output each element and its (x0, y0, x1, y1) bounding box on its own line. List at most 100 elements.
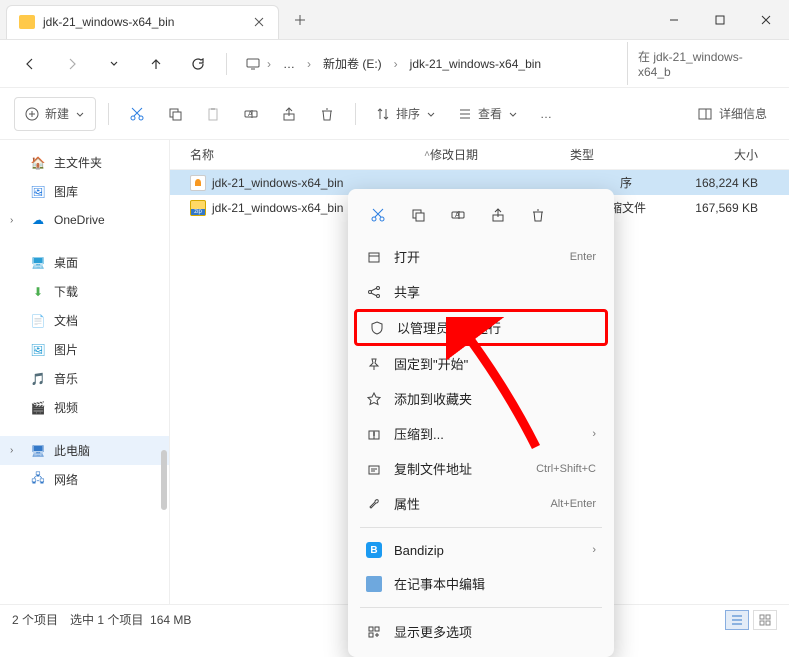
back-button[interactable] (12, 46, 48, 82)
menu-item-bandizip[interactable]: BBandizip› (348, 534, 614, 566)
share-button[interactable] (273, 97, 305, 131)
selection-info: 选中 1 个项目 164 MB (70, 611, 191, 628)
compress-icon (366, 426, 382, 442)
rename-button[interactable]: A (444, 201, 472, 229)
menu-item-compress[interactable]: 压缩到...› (348, 416, 614, 451)
delete-button[interactable] (524, 201, 552, 229)
menu-item-copy-path[interactable]: 复制文件地址Ctrl+Shift+C (348, 451, 614, 486)
picture-icon: 🖼 (30, 342, 46, 358)
sort-button[interactable]: 排序 (368, 97, 444, 131)
shield-icon (369, 320, 385, 336)
pc-icon (245, 56, 261, 72)
copy-path-icon (366, 461, 382, 477)
window-controls (651, 0, 789, 40)
new-tab-button[interactable] (285, 5, 315, 35)
sidebar-item-network[interactable]: 🖧网络 (0, 465, 169, 494)
menu-item-add-favorite[interactable]: 添加到收藏夹 (348, 381, 614, 416)
chevron-right-icon[interactable]: › (10, 445, 13, 456)
download-icon: ⬇ (30, 284, 46, 300)
menu-item-properties[interactable]: 属性Alt+Enter (348, 486, 614, 521)
sidebar-item-onedrive[interactable]: ›☁OneDrive (0, 206, 169, 234)
chevron-down-icon (426, 109, 436, 119)
new-button[interactable]: 新建 (14, 97, 96, 131)
copy-button[interactable] (404, 201, 432, 229)
breadcrumb[interactable]: › … › 新加卷 (E:) › jdk-21_windows-x64_bin (237, 51, 621, 76)
menu-item-run-as-admin[interactable]: 以管理员身份运行 (354, 309, 608, 346)
divider (360, 607, 602, 608)
video-icon: 🎬 (30, 400, 46, 416)
sidebar-item-downloads[interactable]: ⬇下载 (0, 277, 169, 306)
sidebar-item-home[interactable]: 🏠主文件夹 (0, 148, 169, 177)
chevron-right-icon: › (592, 428, 596, 440)
title-bar: jdk-21_windows-x64_bin (0, 0, 789, 40)
breadcrumb-item[interactable]: jdk-21_windows-x64_bin (404, 53, 547, 75)
pin-icon (366, 356, 382, 372)
chevron-right-icon[interactable]: › (10, 215, 13, 226)
menu-item-share[interactable]: 共享 (348, 274, 614, 309)
chevron-down-icon (508, 109, 518, 119)
column-name[interactable]: 名称 (190, 146, 214, 163)
network-icon: 🖧 (30, 472, 46, 488)
breadcrumb-item[interactable]: 新加卷 (E:) (317, 51, 388, 76)
notepad-icon (366, 576, 382, 592)
icons-view-button[interactable] (753, 610, 777, 630)
desktop-icon: 🖥 (30, 255, 46, 271)
pc-icon: 🖥 (30, 443, 46, 459)
rename-button[interactable]: A (235, 97, 267, 131)
chevron-right-icon: › (592, 544, 596, 556)
menu-item-pin-start[interactable]: 固定到"开始" (348, 346, 614, 381)
paste-button[interactable] (197, 97, 229, 131)
star-icon (366, 391, 382, 407)
sidebar-item-desktop[interactable]: 🖥桌面 (0, 248, 169, 277)
column-size[interactable]: 大小 (670, 146, 770, 163)
cut-button[interactable] (121, 97, 153, 131)
refresh-button[interactable] (180, 46, 216, 82)
sidebar-item-music[interactable]: 🎵音乐 (0, 364, 169, 393)
forward-button[interactable] (54, 46, 90, 82)
menu-item-notepad[interactable]: 在记事本中编辑 (348, 566, 614, 601)
search-input[interactable]: 在 jdk-21_windows-x64_b (627, 42, 777, 85)
folder-icon (19, 15, 35, 29)
chevron-right-icon: › (394, 57, 398, 71)
details-view-button[interactable] (725, 610, 749, 630)
up-button[interactable] (138, 46, 174, 82)
sidebar-item-documents[interactable]: 📄文档 (0, 306, 169, 335)
view-button[interactable]: 查看 (450, 97, 526, 131)
share-icon (366, 284, 382, 300)
sidebar-item-thispc[interactable]: ›🖥此电脑 (0, 436, 169, 465)
minimize-button[interactable] (651, 0, 697, 40)
item-count: 2 个项目 (12, 611, 58, 628)
menu-item-open[interactable]: 打开Enter (348, 239, 614, 274)
zip-icon (190, 200, 206, 216)
context-menu: A 打开Enter 共享 以管理员身份运行 固定到"开始" 添加到收藏夹 压缩到… (348, 189, 614, 657)
tab-close-button[interactable] (252, 15, 266, 29)
maximize-button[interactable] (697, 0, 743, 40)
gallery-icon: 🖼 (30, 184, 46, 200)
sidebar-item-gallery[interactable]: 🖼图库 (0, 177, 169, 206)
copy-button[interactable] (159, 97, 191, 131)
java-exe-icon (190, 175, 206, 191)
navigation-pane[interactable]: 🏠主文件夹 🖼图库 ›☁OneDrive 🖥桌面 ⬇下载 📄文档 🖼图片 🎵音乐… (0, 140, 170, 604)
details-pane-button[interactable]: 详细信息 (689, 97, 775, 131)
column-headers[interactable]: 名称˄ 修改日期 类型 大小 (170, 140, 789, 170)
share-button[interactable] (484, 201, 512, 229)
delete-button[interactable] (311, 97, 343, 131)
music-icon: 🎵 (30, 371, 46, 387)
divider (360, 527, 602, 528)
home-icon: 🏠 (30, 155, 46, 171)
scrollbar-thumb[interactable] (161, 450, 167, 510)
recent-button[interactable] (96, 46, 132, 82)
bandizip-icon: B (366, 542, 382, 558)
document-icon: 📄 (30, 313, 46, 329)
close-button[interactable] (743, 0, 789, 40)
more-button[interactable]: … (532, 97, 560, 131)
menu-item-show-more[interactable]: 显示更多选项 (348, 614, 614, 649)
window-tab[interactable]: jdk-21_windows-x64_bin (6, 5, 279, 39)
overflow-icon[interactable]: … (277, 53, 301, 75)
sidebar-item-pictures[interactable]: 🖼图片 (0, 335, 169, 364)
toolbar: 新建 A 排序 查看 … 详细信息 (0, 88, 789, 140)
column-date[interactable]: 修改日期 (430, 146, 570, 163)
sidebar-item-videos[interactable]: 🎬视频 (0, 393, 169, 422)
column-type[interactable]: 类型 (570, 146, 670, 163)
cut-button[interactable] (364, 201, 392, 229)
